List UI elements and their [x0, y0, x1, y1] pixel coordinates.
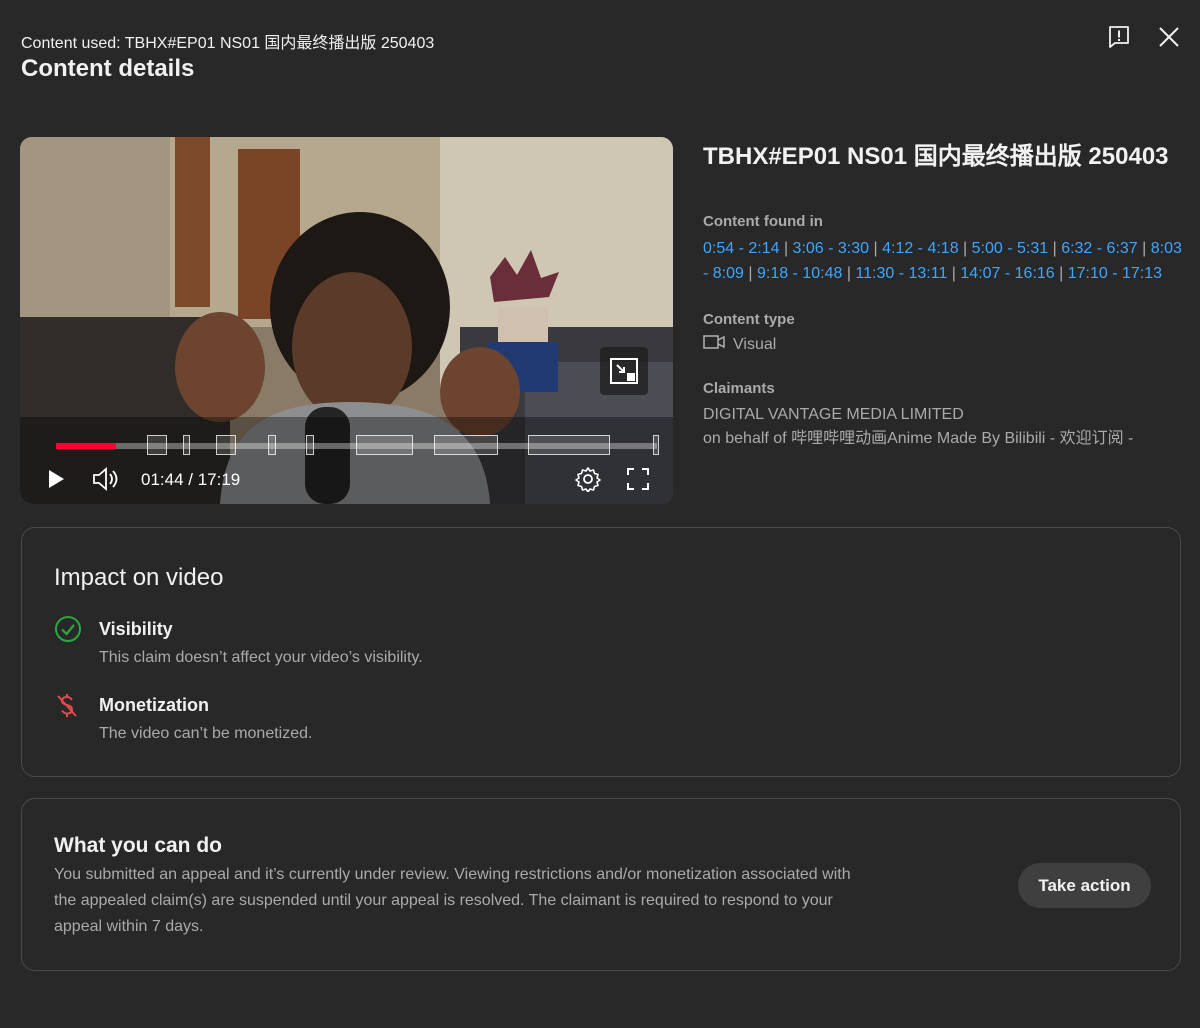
gear-icon[interactable] — [573, 463, 603, 495]
play-icon[interactable] — [42, 463, 70, 495]
progress-bar[interactable] — [56, 435, 659, 455]
segment-link[interactable]: 17:10 - 17:13 — [1068, 265, 1162, 282]
monetization-text: The video can’t be monetized. — [99, 725, 313, 742]
video-camera-icon — [703, 334, 725, 355]
claim-segment[interactable] — [147, 435, 167, 455]
what-you-can-do-title: What you can do — [54, 834, 222, 857]
content-found-label: Content found in — [703, 213, 823, 230]
monetization-label: Monetization — [99, 695, 209, 715]
claim-segment[interactable] — [434, 435, 498, 455]
time-display: 01:44 / 17:19 — [141, 470, 241, 489]
segment-link[interactable]: 5:00 - 5:31 — [972, 240, 1049, 257]
content-type-label: Content type — [703, 311, 795, 328]
demonetized-dollar-icon — [54, 692, 82, 720]
content-info-panel: TBHX#EP01 NS01 国内最终播出版 250403 Content fo… — [703, 139, 1183, 451]
segment-separator: | — [958, 240, 972, 257]
claimant-behalf: on behalf of 哔哩哔哩动画Anime Made By Bilibil… — [703, 430, 1134, 447]
content-type-value: Visual — [733, 335, 777, 353]
segment-link[interactable]: 4:12 - 4:18 — [882, 240, 959, 257]
claim-segment[interactable] — [268, 435, 276, 455]
claim-segment[interactable] — [356, 435, 413, 455]
claim-segment[interactable] — [528, 435, 610, 455]
take-action-button[interactable]: Take action — [1018, 863, 1151, 908]
segment-separator: | — [947, 265, 961, 282]
impact-title: Impact on video — [54, 564, 224, 591]
content-title: TBHX#EP01 NS01 国内最终播出版 250403 — [703, 143, 1169, 170]
claim-segment[interactable] — [183, 435, 190, 455]
claimants-label: Claimants — [703, 380, 775, 397]
claim-segment[interactable] — [216, 435, 236, 455]
what-you-can-do-card: What you can do You submitted an appeal … — [21, 798, 1181, 971]
visibility-text: This claim doesn’t affect your video’s v… — [99, 649, 423, 666]
segment-separator: | — [779, 240, 793, 257]
check-circle-icon — [54, 615, 82, 643]
segment-link[interactable]: 6:32 - 6:37 — [1061, 240, 1138, 257]
segment-link[interactable]: 11:30 - 13:11 — [855, 265, 947, 282]
progress-played — [56, 443, 116, 449]
fullscreen-icon[interactable] — [623, 463, 653, 495]
dialog-title: Content details — [21, 55, 195, 82]
close-icon[interactable] — [1154, 22, 1184, 52]
report-flag-icon[interactable] — [1104, 22, 1134, 52]
appeal-description: You submitted an appeal and it’s current… — [54, 866, 851, 935]
segment-separator: | — [1048, 240, 1062, 257]
segment-link[interactable]: 3:06 - 3:30 — [793, 240, 870, 257]
miniplayer-icon[interactable] — [600, 347, 648, 395]
segment-list: 0:54 - 2:14 | 3:06 - 3:30 | 4:12 - 4:18 … — [703, 236, 1183, 286]
visibility-label: Visibility — [99, 619, 173, 639]
volume-icon[interactable] — [91, 463, 121, 495]
segment-link[interactable]: 0:54 - 2:14 — [703, 240, 780, 257]
segment-link[interactable]: 14:07 - 16:16 — [960, 265, 1054, 282]
segment-separator: | — [743, 265, 757, 282]
claim-segment[interactable] — [306, 435, 314, 455]
segment-link[interactable]: 9:18 - 10:48 — [757, 265, 842, 282]
segment-separator: | — [1054, 265, 1068, 282]
impact-card: Impact on video Visibility This claim do… — [21, 527, 1181, 777]
claim-segment[interactable] — [653, 435, 659, 455]
segment-separator: | — [869, 240, 883, 257]
video-player[interactable]: 01:44 / 17:19 — [20, 137, 673, 504]
claimant-name: DIGITAL VANTAGE MEDIA LIMITED — [703, 406, 964, 423]
segment-separator: | — [842, 265, 856, 282]
segment-separator: | — [1137, 240, 1151, 257]
content-used-label: Content used: TBHX#EP01 NS01 国内最终播出版 250… — [21, 35, 435, 52]
